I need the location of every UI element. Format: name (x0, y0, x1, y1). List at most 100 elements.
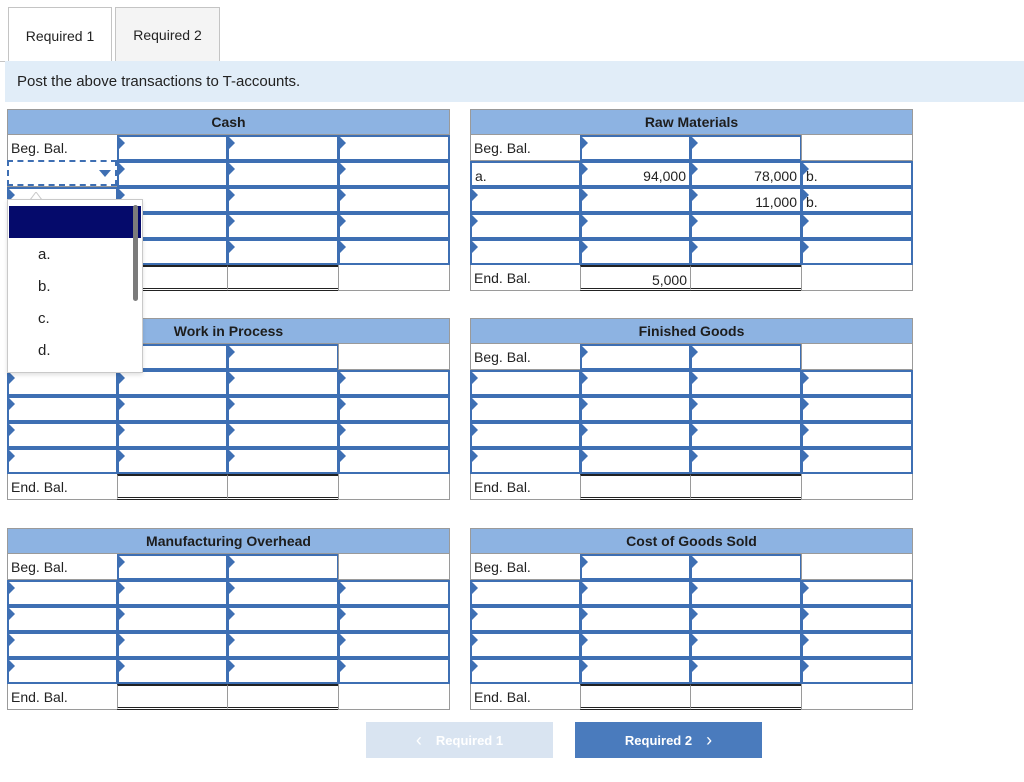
credit-input[interactable] (227, 161, 339, 187)
end-bal-credit[interactable] (227, 474, 339, 500)
post-ref-input[interactable] (338, 580, 450, 606)
post-ref-input[interactable] (338, 606, 450, 632)
post-ref-input[interactable] (338, 396, 450, 422)
debit-input[interactable] (117, 370, 228, 396)
credit-input[interactable] (227, 187, 339, 213)
credit-input[interactable] (227, 370, 339, 396)
end-bal-credit[interactable] (690, 684, 802, 710)
credit-input[interactable] (690, 239, 802, 265)
debit-input[interactable] (117, 422, 228, 448)
credit-input[interactable] (690, 580, 802, 606)
debit-input[interactable] (117, 396, 228, 422)
credit-input[interactable] (227, 396, 339, 422)
credit-input[interactable] (227, 658, 339, 684)
debit-input[interactable] (580, 135, 691, 161)
post-ref-input[interactable] (7, 370, 118, 396)
post-ref-input[interactable] (470, 239, 581, 265)
post-ref-input[interactable] (338, 658, 450, 684)
debit-input[interactable] (580, 422, 691, 448)
credit-input[interactable] (227, 135, 339, 161)
post-ref-input[interactable] (801, 580, 913, 606)
credit-input[interactable] (690, 554, 802, 580)
post-ref-input[interactable] (7, 448, 118, 474)
credit-input[interactable]: 11,000 (690, 187, 802, 213)
debit-input[interactable] (580, 632, 691, 658)
debit-input[interactable] (580, 606, 691, 632)
post-ref-input[interactable] (338, 632, 450, 658)
post-ref-input[interactable] (470, 632, 581, 658)
credit-input[interactable] (227, 422, 339, 448)
debit-input[interactable] (117, 658, 228, 684)
dropdown-scrollbar[interactable] (133, 205, 138, 301)
post-ref-input[interactable] (801, 658, 913, 684)
debit-input[interactable] (117, 135, 228, 161)
credit-input[interactable] (227, 606, 339, 632)
credit-input[interactable] (227, 239, 339, 265)
credit-input[interactable] (690, 396, 802, 422)
dropdown-option[interactable]: d. (38, 342, 51, 359)
debit-input[interactable] (580, 187, 691, 213)
debit-input[interactable] (580, 580, 691, 606)
debit-input[interactable] (117, 606, 228, 632)
post-ref-input[interactable] (470, 580, 581, 606)
credit-input[interactable] (690, 422, 802, 448)
debit-input[interactable] (117, 161, 228, 187)
debit-input[interactable] (117, 554, 228, 580)
post-ref-select[interactable] (7, 160, 117, 186)
post-ref-input[interactable] (7, 396, 118, 422)
credit-input[interactable] (227, 554, 339, 580)
end-bal-credit[interactable] (227, 684, 339, 710)
post-ref-input[interactable] (801, 396, 913, 422)
post-ref-input[interactable] (338, 370, 450, 396)
end-bal-debit[interactable]: 5,000 (580, 265, 691, 291)
post-ref-input[interactable] (338, 161, 450, 187)
post-ref-input[interactable] (801, 606, 913, 632)
dropdown-option[interactable]: a. (38, 246, 51, 263)
post-ref-input[interactable] (7, 632, 118, 658)
post-ref-input[interactable] (338, 239, 450, 265)
post-ref-input[interactable] (7, 422, 118, 448)
post-ref-input[interactable] (470, 422, 581, 448)
next-required-button[interactable]: Required 2 › (575, 722, 762, 758)
end-bal-debit[interactable] (580, 474, 691, 500)
post-ref-input[interactable] (801, 213, 913, 239)
post-ref-input[interactable] (470, 606, 581, 632)
credit-input[interactable] (227, 448, 339, 474)
end-bal-credit[interactable] (227, 265, 339, 291)
end-bal-credit[interactable] (690, 265, 802, 291)
end-bal-debit[interactable] (117, 474, 228, 500)
post-ref-input[interactable] (470, 370, 581, 396)
tab-required-2[interactable]: Required 2 (115, 7, 220, 62)
debit-input[interactable] (117, 632, 228, 658)
debit-input[interactable] (117, 448, 228, 474)
debit-input[interactable] (580, 213, 691, 239)
end-bal-credit[interactable] (690, 474, 802, 500)
post-ref-input[interactable] (801, 448, 913, 474)
credit-input[interactable] (227, 580, 339, 606)
post-ref-input[interactable] (801, 370, 913, 396)
post-ref-input[interactable] (801, 239, 913, 265)
end-bal-debit[interactable] (117, 684, 228, 710)
credit-input[interactable] (690, 632, 802, 658)
debit-input[interactable] (580, 554, 691, 580)
post-ref-input[interactable] (470, 396, 581, 422)
end-bal-debit[interactable] (580, 684, 691, 710)
credit-input[interactable] (690, 370, 802, 396)
post-ref-input[interactable]: a. (470, 161, 581, 187)
debit-input[interactable] (580, 396, 691, 422)
post-ref-input[interactable] (470, 658, 581, 684)
debit-input[interactable] (117, 580, 228, 606)
credit-input[interactable]: 78,000 (690, 161, 802, 187)
credit-input[interactable] (690, 606, 802, 632)
debit-input[interactable] (580, 239, 691, 265)
debit-input[interactable] (580, 658, 691, 684)
credit-input[interactable] (690, 213, 802, 239)
post-ref-input[interactable] (470, 213, 581, 239)
tab-required-1[interactable]: Required 1 (8, 7, 112, 63)
post-ref-input[interactable] (801, 422, 913, 448)
post-ref-input[interactable] (338, 213, 450, 239)
credit-input[interactable] (690, 344, 802, 370)
post-ref-input[interactable] (338, 422, 450, 448)
post-ref-input[interactable] (801, 632, 913, 658)
post-ref-input[interactable] (338, 187, 450, 213)
